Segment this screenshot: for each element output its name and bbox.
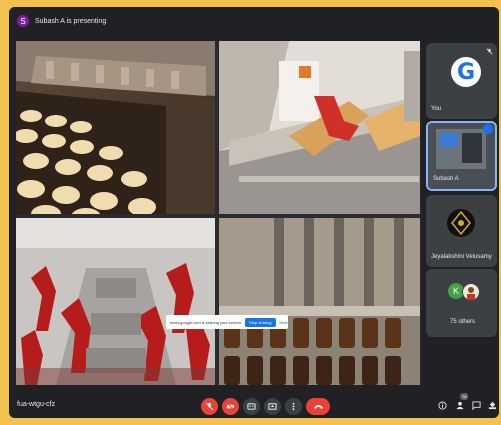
- avatar-letter: G: [456, 59, 476, 85]
- presenting-text: Subash A is presenting: [35, 17, 107, 25]
- activities-button[interactable]: [487, 400, 498, 411]
- more-vert-icon: [292, 402, 295, 411]
- shared-screen: [16, 41, 421, 385]
- user-avatar: G: [451, 57, 481, 87]
- presenter-avatar: S: [17, 15, 29, 27]
- mic-off-icon: [486, 48, 493, 55]
- packaging-image: [219, 41, 420, 214]
- chat-button[interactable]: [471, 400, 482, 411]
- captions-icon: [247, 403, 256, 410]
- stop-sharing-button[interactable]: Stop sharing: [245, 317, 276, 327]
- participant-name: Subash A: [433, 176, 459, 182]
- video-tile-bottling: [219, 218, 420, 385]
- people-icon: [455, 401, 464, 410]
- presenting-bar: S Subash A is presenting: [9, 7, 499, 35]
- participant-name: Jeyalakshmi Velusamy: [431, 254, 492, 260]
- video-tile-packaging: [219, 41, 420, 214]
- mic-off-icon: [205, 402, 214, 411]
- leave-call-button[interactable]: [306, 398, 330, 415]
- meeting-code: fua-wtgu-cfz: [17, 401, 56, 408]
- meet-window: S Subash A is presenting meet.google.com…: [9, 7, 499, 418]
- captions-button[interactable]: [243, 398, 260, 415]
- participant-tile-presenter[interactable]: Subash A: [426, 121, 497, 191]
- present-screen-icon: [268, 403, 277, 410]
- participant-avatar: [447, 209, 475, 237]
- participant-tile-others[interactable]: K 75 others: [426, 269, 497, 337]
- chat-icon: [472, 401, 481, 410]
- others-count: 75 others: [450, 319, 476, 325]
- others-avatar-photo: [462, 283, 480, 301]
- participant-name: You: [431, 106, 442, 112]
- people-button[interactable]: [454, 400, 465, 411]
- pancake-line-image: [16, 41, 215, 214]
- meeting-info-button[interactable]: [437, 400, 448, 411]
- sharing-message: meet.google.com is sharing your screen.: [170, 319, 243, 325]
- info-icon: [438, 401, 447, 410]
- present-button[interactable]: [264, 398, 281, 415]
- people-count-badge: 78: [460, 393, 469, 400]
- robot-line-image: [16, 218, 215, 385]
- call-end-icon: [313, 405, 323, 410]
- activities-icon: [488, 401, 497, 410]
- mic-toggle-button[interactable]: [201, 398, 218, 415]
- camera-toggle-button[interactable]: [222, 398, 239, 415]
- camera-off-icon: [226, 402, 235, 411]
- sharing-notification: meet.google.com is sharing your screen. …: [166, 315, 288, 329]
- video-tile-pancake-line: [16, 41, 215, 214]
- bottling-image: [219, 218, 420, 385]
- participant-tile-jeyalakshmi[interactable]: Jeyalakshmi Velusamy: [426, 195, 497, 267]
- hide-button[interactable]: Hide: [280, 320, 288, 325]
- video-tile-robot-line: [16, 218, 215, 385]
- more-options-button[interactable]: [285, 398, 302, 415]
- control-bar: fua-wtgu-cfz 78: [9, 391, 499, 418]
- participant-tile-you[interactable]: G You: [426, 43, 497, 119]
